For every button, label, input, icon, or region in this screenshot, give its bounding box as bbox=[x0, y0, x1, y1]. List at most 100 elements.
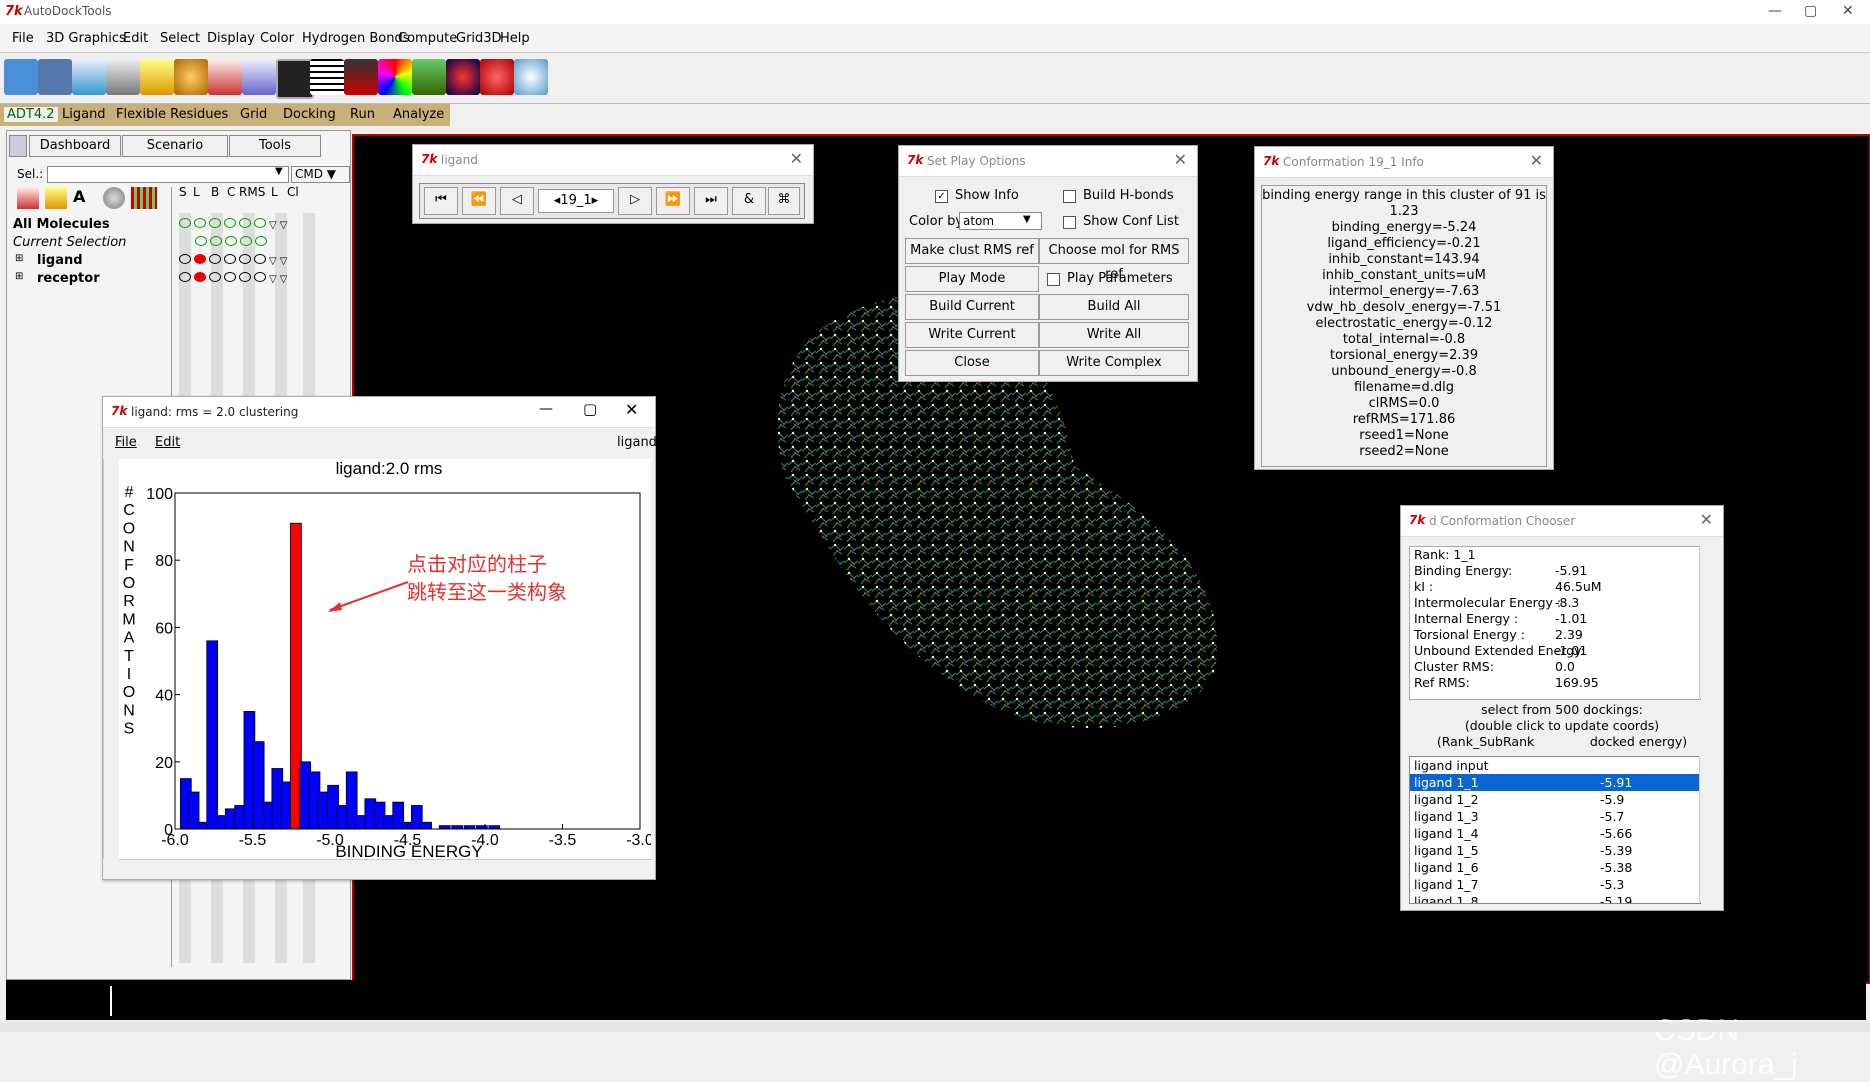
show-conf-list-checkbox[interactable] bbox=[1063, 216, 1076, 229]
target-icon[interactable] bbox=[174, 59, 208, 95]
tab-tools[interactable]: Tools bbox=[229, 135, 321, 157]
details-scrollbar[interactable] bbox=[1699, 546, 1715, 698]
menu-file[interactable]: File bbox=[12, 31, 34, 46]
save-icon[interactable] bbox=[38, 59, 72, 95]
selection-input[interactable] bbox=[47, 166, 289, 183]
list-item[interactable]: ligand 1_3 -5.7 bbox=[1410, 808, 1700, 825]
close-icon[interactable]: ✕ bbox=[625, 400, 638, 419]
bar[interactable] bbox=[463, 825, 476, 830]
chevron-down-icon[interactable]: ▼ bbox=[1023, 214, 1031, 225]
maximize-icon[interactable]: ▢ bbox=[583, 400, 597, 418]
bar[interactable] bbox=[451, 825, 463, 830]
row-ligand[interactable]: ligand bbox=[37, 253, 83, 268]
tab-scenario[interactable]: Scenario bbox=[122, 135, 228, 157]
list-item[interactable]: ligand input bbox=[1410, 757, 1700, 774]
menu-grid3d[interactable]: Grid3D bbox=[456, 31, 502, 46]
first-frame-icon[interactable]: ⏮ bbox=[424, 187, 458, 215]
choose-mol-rms-button[interactable]: Choose mol for RMS ref bbox=[1039, 238, 1189, 282]
row-toggles[interactable]: ▽ ▽ bbox=[179, 253, 290, 268]
show-info-checkbox[interactable]: ✓ bbox=[935, 190, 948, 203]
expand-icon[interactable]: ⊞ bbox=[15, 271, 23, 282]
sequence-icon[interactable] bbox=[344, 59, 378, 95]
write-all-button[interactable]: Write All bbox=[1039, 322, 1189, 348]
stereo-glasses-icon[interactable] bbox=[446, 59, 480, 95]
menu-edit[interactable]: Edit bbox=[155, 435, 180, 450]
build-all-button[interactable]: Build All bbox=[1039, 294, 1189, 320]
list-item[interactable]: ligand 1_5 -5.39 bbox=[1410, 842, 1700, 859]
ligand-menu[interactable]: ligand bbox=[617, 435, 657, 450]
open-folder-icon[interactable] bbox=[4, 59, 38, 95]
maximize-icon[interactable]: ▢ bbox=[1804, 3, 1817, 19]
play-parameters-checkbox[interactable] bbox=[1047, 273, 1060, 286]
color-icon[interactable] bbox=[378, 59, 412, 95]
minimize-icon[interactable]: — bbox=[539, 401, 553, 417]
select-tool-icon[interactable] bbox=[208, 59, 242, 95]
menu-help[interactable]: Help bbox=[500, 31, 530, 46]
close-icon[interactable]: ✕ bbox=[1174, 150, 1187, 169]
row-toggles[interactable] bbox=[195, 235, 270, 250]
settings-icon[interactable]: ⌘ bbox=[768, 187, 800, 215]
tab-ligand[interactable]: Ligand bbox=[62, 107, 106, 122]
bar[interactable] bbox=[488, 825, 501, 830]
undo-icon[interactable] bbox=[72, 59, 106, 95]
select-icon[interactable] bbox=[17, 187, 39, 209]
tab-flexible-residues[interactable]: Flexible Residues bbox=[116, 107, 228, 122]
frame-spinner[interactable]: ◂19_1▸ bbox=[538, 189, 614, 213]
pencil-icon[interactable] bbox=[140, 59, 174, 95]
list-item[interactable]: ligand 1_1 -5.91 bbox=[1410, 774, 1700, 791]
menu-color[interactable]: Color bbox=[260, 31, 294, 46]
row-all-molecules[interactable]: All Molecules bbox=[13, 217, 110, 232]
make-clust-rms-button[interactable]: Make clust RMS ref bbox=[905, 238, 1039, 264]
tab-adt42[interactable]: ADT4.2 bbox=[4, 107, 58, 122]
hierarchy-icon[interactable] bbox=[412, 59, 446, 95]
align-icon[interactable] bbox=[310, 59, 344, 95]
bar[interactable] bbox=[438, 825, 451, 830]
menu-edit[interactable]: Edit bbox=[123, 31, 148, 46]
menu-hydrogen-bonds[interactable]: Hydrogen Bonds bbox=[302, 31, 410, 46]
minimize-icon[interactable]: — bbox=[1768, 3, 1782, 19]
write-current-button[interactable]: Write Current bbox=[905, 322, 1039, 348]
step-back-icon[interactable]: ◁ bbox=[500, 187, 534, 215]
bar[interactable] bbox=[420, 821, 432, 830]
list-item[interactable]: ligand 1_8 -5.19 bbox=[1410, 893, 1700, 903]
bar[interactable] bbox=[206, 640, 219, 830]
row-receptor[interactable]: receptor bbox=[37, 271, 100, 286]
label-a-icon[interactable]: A bbox=[73, 187, 95, 209]
tab-dashboard[interactable]: Dashboard bbox=[29, 135, 121, 157]
record-icon[interactable]: & bbox=[732, 187, 766, 215]
surface-icon[interactable] bbox=[480, 59, 514, 95]
horizontal-scrollbar[interactable] bbox=[119, 859, 653, 874]
build-current-button[interactable]: Build Current bbox=[905, 294, 1039, 320]
write-complex-button[interactable]: Write Complex bbox=[1039, 350, 1189, 376]
tab-grid[interactable]: Grid bbox=[240, 107, 267, 122]
cluster-histogram[interactable]: ligand:2.0 rms #CONFORMATIONS BINDING EN… bbox=[119, 459, 651, 859]
pmv-logo-icon[interactable] bbox=[514, 59, 548, 95]
close-button[interactable]: Close bbox=[905, 350, 1039, 376]
bar[interactable] bbox=[476, 825, 488, 830]
menu-compute[interactable]: Compute bbox=[398, 31, 457, 46]
cmd-select[interactable]: CMD ▼ bbox=[291, 166, 350, 183]
close-icon[interactable]: ✕ bbox=[1842, 3, 1854, 19]
python-shell-icon[interactable] bbox=[276, 59, 314, 99]
play-mode-button[interactable]: Play Mode bbox=[905, 266, 1039, 292]
menu-display[interactable]: Display bbox=[207, 31, 255, 46]
list-item[interactable]: ligand 1_7 -5.3 bbox=[1410, 876, 1700, 893]
expand-icon[interactable]: ⊞ bbox=[15, 253, 23, 264]
menu-file[interactable]: File bbox=[115, 435, 137, 450]
close-icon[interactable]: ✕ bbox=[1700, 510, 1713, 529]
list-item[interactable]: ligand 1_2 -5.9 bbox=[1410, 791, 1700, 808]
play-icon[interactable]: ▷ bbox=[618, 187, 652, 215]
list-item[interactable]: ligand 1_6 -5.38 bbox=[1410, 859, 1700, 876]
display-icon[interactable] bbox=[131, 187, 157, 209]
vertical-scrollbar[interactable] bbox=[103, 459, 120, 859]
tab-docking[interactable]: Docking bbox=[283, 107, 336, 122]
close-icon[interactable]: ✕ bbox=[790, 149, 803, 168]
pencil-icon[interactable] bbox=[45, 187, 67, 209]
menu-3d-graphics[interactable]: 3D Graphics bbox=[46, 31, 126, 46]
list-scrollbar[interactable] bbox=[1699, 756, 1715, 902]
fast-forward-icon[interactable]: ⏩ bbox=[656, 187, 690, 215]
row-toggles[interactable]: ▽ ▽ bbox=[179, 217, 290, 232]
close-icon[interactable]: ✕ bbox=[1530, 151, 1543, 170]
collapse-icon[interactable] bbox=[9, 135, 27, 157]
tab-analyze[interactable]: Analyze bbox=[393, 107, 444, 122]
